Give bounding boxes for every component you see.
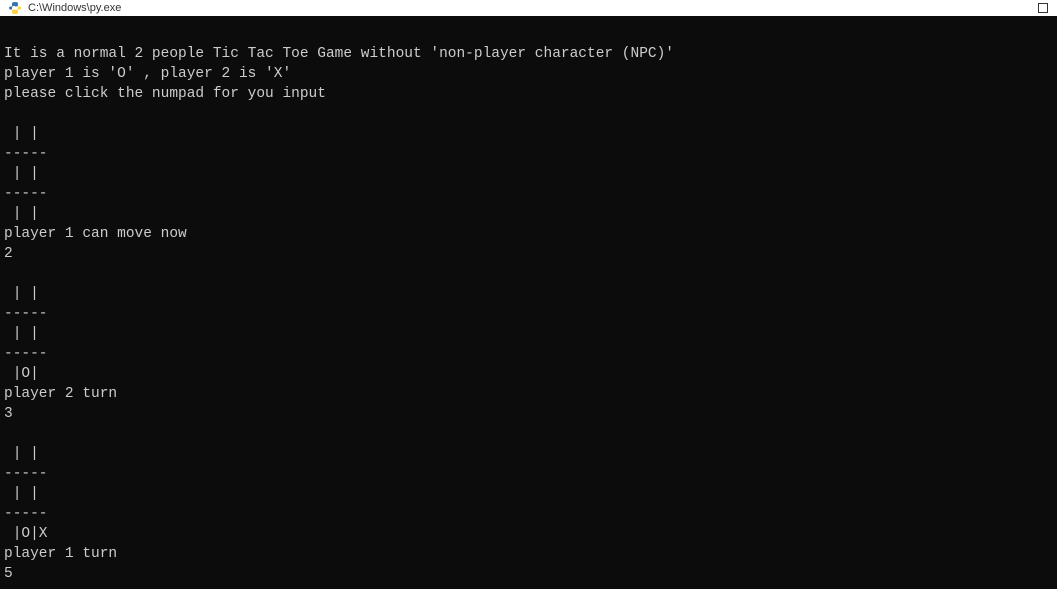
console-line: 5	[4, 564, 1053, 584]
console-line: -----	[4, 144, 1053, 164]
console-line: 2	[4, 244, 1053, 264]
console-line: player 1 can move now	[4, 224, 1053, 244]
console-line: |O|	[4, 364, 1053, 384]
console-line: -----	[4, 504, 1053, 524]
console-line: | |	[4, 324, 1053, 344]
console-line	[4, 104, 1053, 124]
console-line: -----	[4, 184, 1053, 204]
console-line: | |	[4, 444, 1053, 464]
console-line: | |	[4, 284, 1053, 304]
console-line: It is a normal 2 people Tic Tac Toe Game…	[4, 44, 1053, 64]
title-left-group: C:\Windows\py.exe	[8, 1, 121, 15]
console-line: | |	[4, 204, 1053, 224]
console-line: -----	[4, 464, 1053, 484]
console-output[interactable]: It is a normal 2 people Tic Tac Toe Game…	[0, 16, 1057, 589]
console-line: please click the numpad for you input	[4, 84, 1053, 104]
console-line: | |	[4, 484, 1053, 504]
window-controls	[1037, 2, 1049, 14]
console-line: player 1 turn	[4, 544, 1053, 564]
console-line: -----	[4, 344, 1053, 364]
console-line	[4, 424, 1053, 444]
window-title: C:\Windows\py.exe	[28, 2, 121, 14]
console-line: player 2 turn	[4, 384, 1053, 404]
console-line: | |	[4, 164, 1053, 184]
console-line	[4, 264, 1053, 284]
console-line: player 1 is 'O' , player 2 is 'X'	[4, 64, 1053, 84]
window-title-bar: C:\Windows\py.exe	[0, 0, 1057, 16]
maximize-icon[interactable]	[1037, 2, 1049, 14]
console-line	[4, 24, 1053, 44]
console-line: | |	[4, 124, 1053, 144]
console-line: |O|X	[4, 524, 1053, 544]
console-line: 3	[4, 404, 1053, 424]
python-icon	[8, 1, 22, 15]
console-line: -----	[4, 304, 1053, 324]
